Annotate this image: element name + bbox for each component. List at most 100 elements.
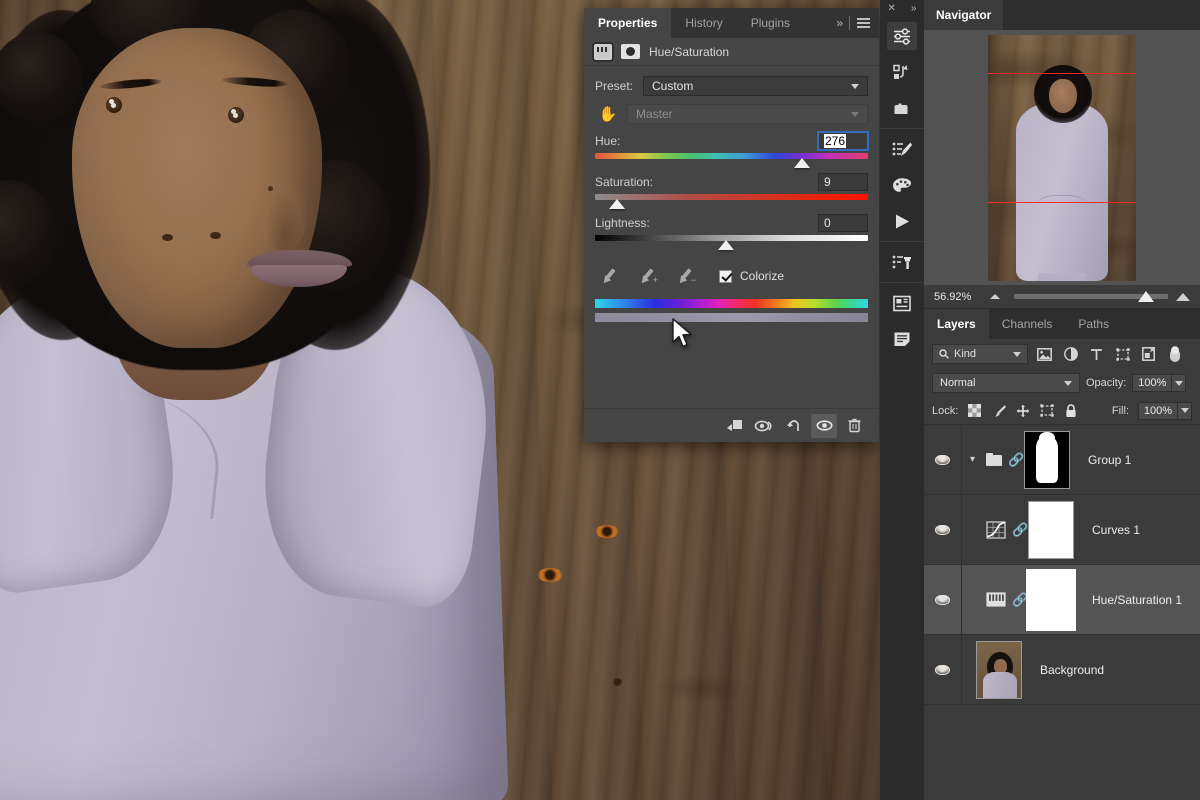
clip-to-layer-button[interactable] (721, 414, 747, 438)
tab-history[interactable]: History (671, 8, 736, 38)
tab-paths-label: Paths (1078, 317, 1109, 331)
saturation-label: Saturation: (595, 175, 653, 189)
fill-stepper[interactable] (1178, 402, 1192, 420)
lock-transparent-pixels-icon[interactable] (967, 403, 982, 418)
hue-saturation-icon[interactable] (986, 591, 1006, 609)
fill-value[interactable]: 100% (1138, 402, 1178, 420)
layer-visibility-toggle[interactable] (924, 565, 962, 634)
filter-smart-object-icon[interactable] (1139, 345, 1158, 363)
libraries-icon[interactable] (887, 94, 917, 122)
hue-slider-thumb[interactable] (794, 158, 810, 168)
lightness-slider[interactable] (595, 235, 868, 241)
brush-settings-icon[interactable] (887, 135, 917, 163)
filter-pixel-icon[interactable] (1035, 345, 1054, 363)
layer-visibility-toggle[interactable] (924, 425, 962, 494)
layer-visibility-toggle[interactable] (924, 495, 962, 564)
preset-label: Preset: (595, 79, 643, 93)
clone-source-icon[interactable] (887, 248, 917, 276)
table-row[interactable]: 🔗 Hue/Saturation 1 (924, 565, 1200, 635)
saturation-slider[interactable] (595, 194, 868, 200)
double-chevron-right-icon[interactable]: » (836, 16, 842, 30)
filter-type-icon[interactable] (1087, 345, 1106, 363)
notes-icon[interactable] (887, 325, 917, 353)
filter-shape-icon[interactable] (1113, 345, 1132, 363)
lock-all-icon[interactable] (1063, 403, 1078, 418)
curves-icon[interactable] (986, 521, 1006, 539)
colorize-checkbox[interactable] (719, 270, 732, 283)
source-spectrum-bar[interactable] (595, 299, 868, 308)
tab-navigator-label: Navigator (936, 8, 991, 22)
tab-layers-label: Layers (937, 317, 976, 331)
delete-layer-button[interactable] (841, 414, 867, 438)
channel-select[interactable]: Master (627, 104, 868, 124)
filter-adjustment-icon[interactable] (1061, 345, 1080, 363)
blend-mode-select[interactable]: Normal (932, 373, 1080, 393)
link-icon[interactable]: 🔗 (1008, 452, 1018, 468)
layer-visibility-toggle[interactable] (924, 635, 962, 704)
color-icon[interactable] (887, 171, 917, 199)
layer-mask-thumbnail[interactable] (1028, 571, 1074, 629)
properties-panel[interactable]: Properties History Plugins » Hue/Saturat… (584, 8, 879, 442)
tab-layers[interactable]: Layers (924, 309, 989, 339)
layer-name: Background (1040, 663, 1104, 677)
view-previous-state-button[interactable] (751, 414, 777, 438)
result-spectrum-bar[interactable] (595, 313, 868, 322)
timeline-icon[interactable] (887, 207, 917, 235)
saturation-slider-thumb[interactable] (609, 199, 625, 209)
close-icon[interactable]: ✕ (888, 3, 896, 14)
zoom-in-icon[interactable] (1176, 293, 1190, 301)
table-row[interactable]: 🔗 Curves 1 (924, 495, 1200, 565)
tab-plugins[interactable]: Plugins (737, 8, 804, 38)
table-row[interactable]: ▾ 🔗 Group 1 (924, 425, 1200, 495)
filter-toggle-icon[interactable] (1165, 345, 1184, 363)
hue-value-input[interactable]: 276 (818, 132, 868, 150)
lock-position-icon[interactable] (1015, 403, 1030, 418)
adjustments-icon[interactable] (887, 22, 917, 50)
colorize-control[interactable]: Colorize (719, 269, 784, 283)
navigator-preview-area[interactable] (924, 30, 1200, 285)
opacity-stepper[interactable] (1172, 374, 1186, 392)
tab-properties[interactable]: Properties (584, 8, 671, 38)
link-icon[interactable]: 🔗 (1012, 592, 1022, 608)
double-chevron-right-icon[interactable]: » (911, 3, 917, 14)
on-image-adjust-icon[interactable]: ✋ (595, 105, 621, 123)
table-row[interactable]: Background (924, 635, 1200, 705)
panel-menu-icon[interactable] (857, 18, 870, 29)
zoom-out-icon[interactable] (990, 294, 1000, 299)
filter-kind-select[interactable]: Kind (932, 344, 1028, 364)
link-icon[interactable]: 🔗 (1012, 522, 1022, 538)
tab-navigator[interactable]: Navigator (924, 0, 1003, 30)
lock-image-pixels-icon[interactable] (991, 403, 1006, 418)
eyedropper-subtract-icon[interactable]: − (677, 267, 693, 285)
preset-select[interactable]: Custom (643, 76, 868, 96)
eye-icon (935, 525, 950, 535)
lips (247, 250, 352, 288)
eyedropper-add-icon[interactable]: + (639, 267, 655, 285)
actions-icon[interactable] (887, 58, 917, 86)
navigator-view-rectangle[interactable] (988, 73, 1136, 203)
toggle-visibility-button[interactable] (811, 414, 837, 438)
chevron-down-icon[interactable]: ▾ (970, 454, 980, 465)
tab-paths[interactable]: Paths (1065, 309, 1122, 339)
layer-comps-icon[interactable] (887, 289, 917, 317)
zoom-value[interactable]: 56.92% (934, 291, 982, 303)
layer-thumbnail[interactable] (976, 641, 1022, 699)
eyedropper-sample-icon[interactable] (601, 267, 617, 285)
navigator-thumbnail[interactable] (988, 35, 1136, 281)
layer-mask-thumbnail[interactable] (1028, 501, 1074, 559)
reset-button[interactable] (781, 414, 807, 438)
saturation-control: Saturation: 9 (595, 173, 868, 200)
saturation-value-input[interactable]: 9 (818, 173, 868, 191)
hue-slider[interactable] (595, 153, 868, 159)
opacity-value[interactable]: 100% (1132, 374, 1172, 392)
zoom-slider[interactable] (1014, 294, 1168, 299)
lightness-value-input[interactable]: 0 (818, 214, 868, 232)
lock-artboard-nesting-icon[interactable] (1039, 403, 1054, 418)
lightness-slider-thumb[interactable] (718, 240, 734, 250)
tab-channels[interactable]: Channels (989, 309, 1066, 339)
right-panel-column: Navigator 56.92% (924, 0, 1200, 800)
rust-spot (537, 568, 563, 582)
layer-mask-thumbnail[interactable] (1024, 431, 1070, 489)
zoom-slider-thumb[interactable] (1138, 291, 1154, 302)
mask-silhouette (1036, 436, 1057, 483)
